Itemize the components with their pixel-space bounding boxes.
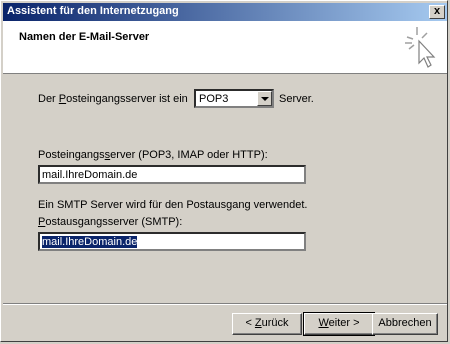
button-part: eiter > [328, 317, 360, 329]
label-part: ostausgangsserver (SMTP): [45, 216, 183, 228]
incoming-server-label: Posteingangsserver (POP3, IMAP oder HTTP… [38, 149, 268, 161]
incoming-type-value: POP3 [199, 93, 229, 105]
window-title: Assistent für den Internetzugang [7, 5, 179, 17]
label-part: osteingangsserver ist ein [66, 93, 188, 105]
page-title: Namen der E-Mail-Server [19, 31, 150, 43]
back-button[interactable]: < Zurück [232, 313, 302, 335]
incoming-type-suffix: Server. [279, 93, 314, 105]
close-button[interactable]: x [429, 5, 445, 19]
close-icon: x [433, 5, 441, 17]
wizard-header: Namen der E-Mail-Server [3, 21, 447, 74]
access-key: W [318, 317, 329, 329]
button-part: urück [261, 317, 289, 329]
button-part: < [245, 317, 255, 329]
outgoing-server-label: Postausgangsserver (SMTP): [38, 216, 182, 228]
next-button[interactable]: Weiter > [303, 312, 375, 336]
footer-separator [3, 303, 447, 305]
access-key: Z [254, 317, 262, 329]
title-bar[interactable]: Assistent für den Internetzugang x [3, 3, 447, 21]
incoming-type-select[interactable]: POP3 [194, 89, 274, 108]
wizard-dialog: Assistent für den Internetzugang x Namen… [0, 0, 448, 342]
incoming-type-label: Der Posteingangsserver ist ein [38, 93, 188, 105]
outgoing-server-value: mail.IhreDomain.de [42, 236, 138, 248]
smtp-info-text: Ein SMTP Server wird für den Postausgang… [38, 199, 308, 211]
label-part: erver (POP3, IMAP oder HTTP): [110, 149, 268, 161]
label-part: Posteingangs [38, 149, 105, 161]
incoming-server-input[interactable]: mail.IhreDomain.de [38, 165, 306, 184]
chevron-down-icon[interactable] [257, 91, 272, 106]
incoming-server-value: mail.IhreDomain.de [42, 169, 138, 181]
wizard-sparkle-cursor-icon [405, 27, 436, 68]
cancel-button[interactable]: Abbrechen [372, 313, 438, 335]
label-part: Der [38, 93, 59, 105]
outgoing-server-input[interactable]: mail.IhreDomain.de [38, 232, 306, 251]
